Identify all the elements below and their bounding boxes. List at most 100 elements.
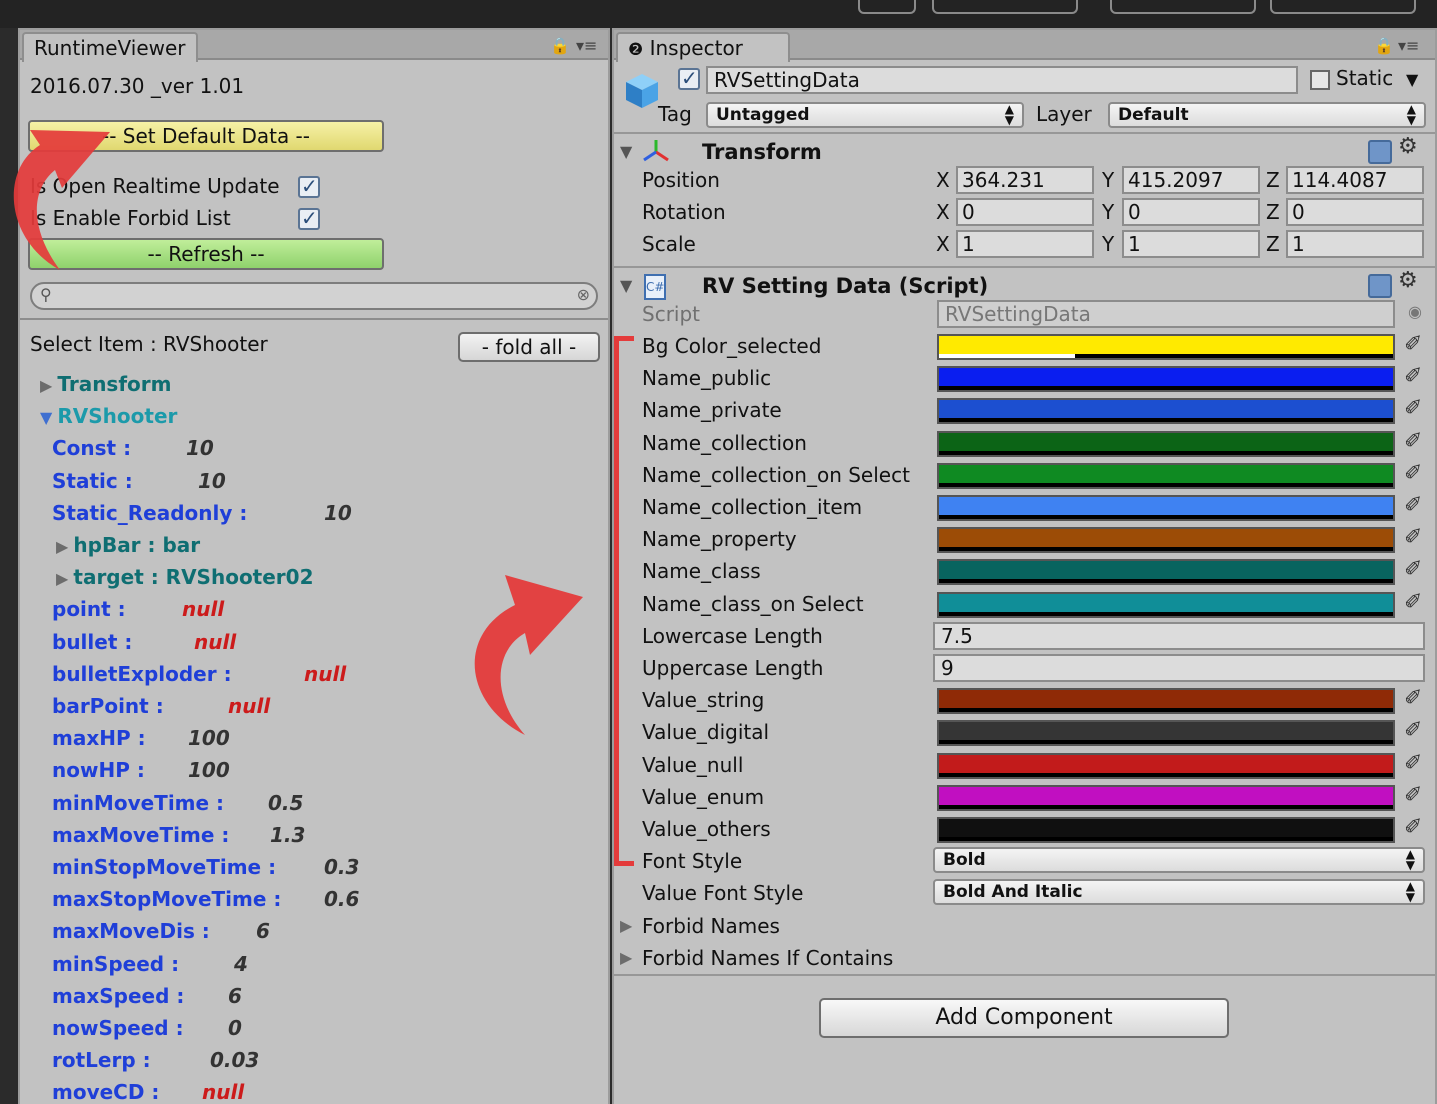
transform-rotation-z-field[interactable]: 0: [1286, 198, 1424, 226]
color-field[interactable]: [937, 688, 1395, 715]
eyedropper-icon[interactable]: ✐: [1404, 686, 1430, 714]
axis-z-label[interactable]: Z: [1266, 200, 1280, 224]
color-field[interactable]: [937, 430, 1395, 457]
alpha-fill: [939, 515, 1393, 519]
gear-icon[interactable]: ⚙: [1398, 268, 1418, 293]
color-field[interactable]: [937, 495, 1395, 521]
fold-all-button[interactable]: - fold all -: [458, 332, 600, 362]
axis-x-label[interactable]: X: [936, 200, 950, 224]
axis-z-label[interactable]: Z: [1266, 168, 1280, 192]
color-field[interactable]: [937, 817, 1395, 843]
transform-scale-x-field[interactable]: 1: [956, 230, 1094, 258]
collapsed-triangle-icon[interactable]: ▶: [620, 948, 632, 967]
number-field[interactable]: 9: [933, 654, 1425, 682]
color-field[interactable]: [937, 398, 1395, 425]
panel-menu-icon[interactable]: ▾≡: [1398, 36, 1419, 55]
color-field[interactable]: [937, 559, 1395, 586]
enum-dropdown[interactable]: Bold ▲ ▼: [933, 847, 1425, 874]
transform-rotation-x-field[interactable]: 0: [956, 198, 1094, 226]
axis-y-label[interactable]: Y: [1102, 232, 1114, 256]
gear-icon[interactable]: ⚙: [1398, 134, 1418, 159]
eyedropper-icon[interactable]: ✐: [1404, 590, 1430, 618]
axis-x-label[interactable]: X: [936, 168, 950, 192]
eyedropper-icon[interactable]: ✐: [1404, 783, 1430, 811]
axis-z-label[interactable]: Z: [1266, 232, 1280, 256]
tree-field: bulletExploder :: [52, 662, 232, 686]
forbid-list-checkbox[interactable]: [298, 206, 320, 230]
collapsed-triangle-icon[interactable]: ▶: [56, 569, 73, 588]
color-field[interactable]: [937, 720, 1395, 747]
lock-icon[interactable]: 🔒: [550, 36, 570, 55]
object-name-field[interactable]: RVSettingData: [706, 66, 1298, 94]
search-input[interactable]: ⚲ ⊗: [30, 282, 598, 310]
color-field[interactable]: [937, 462, 1395, 489]
add-component-button[interactable]: Add Component: [819, 998, 1229, 1038]
tag-dropdown[interactable]: Untagged ▲ ▼: [706, 102, 1024, 128]
color-field[interactable]: [937, 784, 1395, 811]
collapsed-triangle-icon[interactable]: ▶: [56, 537, 73, 556]
expanded-triangle-icon[interactable]: ▼: [40, 408, 57, 427]
help-icon[interactable]: [1368, 140, 1392, 164]
axis-y-label[interactable]: Y: [1102, 200, 1114, 224]
transform-foldout-icon[interactable]: ▼: [620, 142, 632, 161]
eyedropper-icon[interactable]: ✐: [1404, 364, 1430, 392]
transform-rotation-y-field[interactable]: 0: [1122, 198, 1260, 226]
script-object-field[interactable]: RVSettingData: [937, 300, 1395, 328]
eyedropper-icon[interactable]: ✐: [1404, 718, 1430, 746]
transform-position-z-field[interactable]: 114.4087: [1286, 166, 1424, 194]
lock-icon[interactable]: 🔒: [1374, 36, 1394, 55]
tree-node[interactable]: ▼ RVShooter: [40, 404, 177, 428]
color-field[interactable]: [937, 752, 1395, 779]
color-field[interactable]: [937, 334, 1395, 360]
eyedropper-icon[interactable]: ✐: [1404, 525, 1430, 553]
toolbar-button[interactable]: [858, 0, 916, 14]
script-foldout-icon[interactable]: ▼: [620, 276, 632, 295]
axis-x-label[interactable]: X: [936, 232, 950, 256]
toolbar-button[interactable]: [932, 0, 1078, 14]
number-field[interactable]: 7.5: [933, 621, 1425, 650]
tab-runtime-viewer[interactable]: RuntimeViewer: [22, 32, 198, 62]
tree-label: hpBar : bar: [73, 533, 201, 557]
eyedropper-icon[interactable]: ✐: [1404, 396, 1430, 424]
toolbar-button[interactable]: [1270, 0, 1416, 14]
active-checkbox[interactable]: [678, 66, 700, 90]
transform-scale-y-field[interactable]: 1: [1122, 230, 1260, 258]
realtime-update-checkbox[interactable]: [298, 174, 320, 198]
eyedropper-icon[interactable]: ✐: [1404, 332, 1430, 360]
editor-top-strip: [0, 0, 1437, 28]
collapsed-triangle-icon[interactable]: ▶: [40, 376, 57, 395]
tab-inspector[interactable]: ❷ Inspector: [616, 32, 790, 62]
transform-scale-z-field[interactable]: 1: [1286, 230, 1424, 258]
color-field[interactable]: [937, 366, 1395, 393]
tree-node[interactable]: ▶ hpBar : bar: [56, 533, 200, 557]
layer-value: Default: [1118, 105, 1189, 125]
eyedropper-icon[interactable]: ✐: [1404, 429, 1430, 457]
axis-y-label[interactable]: Y: [1102, 168, 1114, 192]
static-checkbox[interactable]: [1310, 70, 1330, 90]
collapsed-triangle-icon[interactable]: ▶: [620, 916, 632, 935]
eyedropper-icon[interactable]: ✐: [1404, 493, 1430, 521]
tree-node[interactable]: ▶ Transform: [40, 372, 171, 396]
annotation-bracket: [614, 336, 634, 866]
static-dropdown-icon[interactable]: ▼: [1406, 70, 1418, 89]
eyedropper-icon[interactable]: ✐: [1404, 815, 1430, 843]
enum-dropdown[interactable]: Bold And Italic ▲ ▼: [933, 879, 1425, 906]
panel-menu-icon[interactable]: ▾≡: [576, 36, 597, 55]
field-label: Value_null: [642, 752, 744, 777]
color-field[interactable]: [937, 527, 1395, 554]
eyedropper-icon[interactable]: ✐: [1404, 461, 1430, 489]
foldout-label[interactable]: Forbid Names: [642, 914, 780, 938]
transform-position-y-field[interactable]: 415.2097: [1122, 166, 1260, 194]
clear-search-icon[interactable]: ⊗: [577, 285, 590, 304]
eyedropper-icon[interactable]: ✐: [1404, 557, 1430, 585]
color-field[interactable]: [937, 591, 1395, 618]
object-picker-icon[interactable]: ◉: [1408, 302, 1422, 321]
tree-node[interactable]: ▶ target : RVShooter02: [56, 565, 314, 589]
tree-field: maxStopMoveTime :: [52, 887, 281, 911]
help-icon[interactable]: [1368, 274, 1392, 298]
layer-dropdown[interactable]: Default ▲ ▼: [1108, 102, 1426, 128]
foldout-label[interactable]: Forbid Names If Contains: [642, 946, 893, 970]
toolbar-button[interactable]: [1110, 0, 1256, 14]
eyedropper-icon[interactable]: ✐: [1404, 751, 1430, 779]
transform-position-x-field[interactable]: 364.231: [956, 166, 1094, 194]
